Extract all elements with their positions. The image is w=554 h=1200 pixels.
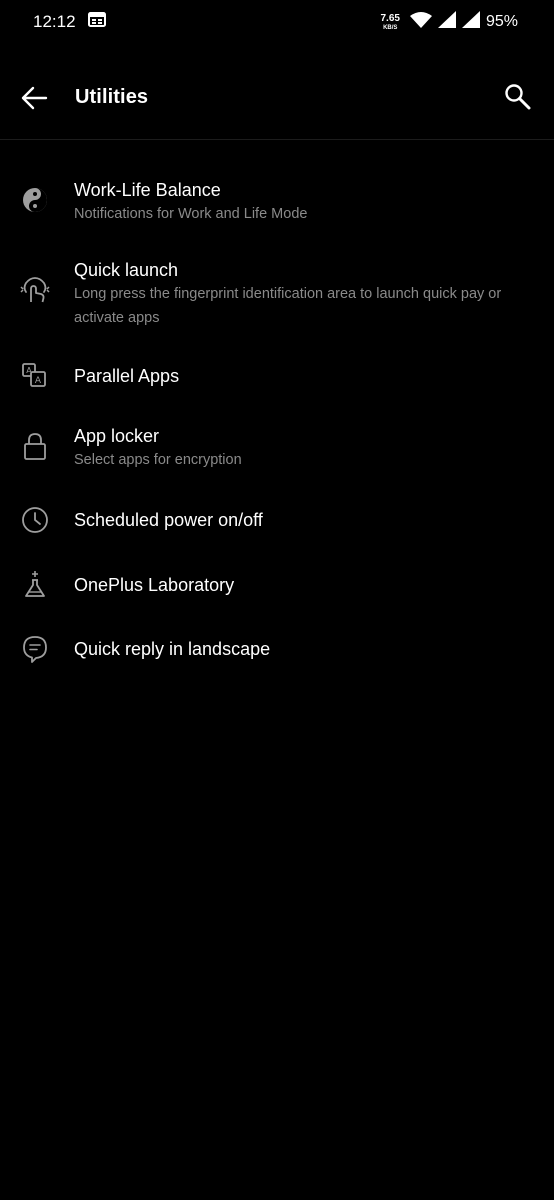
item-title: Quick launch	[74, 260, 179, 280]
item-text: OnePlus Laboratory	[74, 573, 534, 597]
app-bar: Utilities	[0, 58, 554, 138]
list-item-app-locker[interactable]: App locker Select apps for encryption	[0, 416, 554, 476]
list-item-oneplus-laboratory[interactable]: OnePlus Laboratory	[0, 563, 554, 607]
signal-icon-secondary	[461, 11, 480, 33]
page-title: Utilities	[75, 86, 149, 108]
item-title: Parallel Apps	[74, 366, 180, 386]
status-left: 12:12	[33, 12, 106, 32]
wifi-icon	[409, 11, 432, 33]
item-text: Scheduled power on/off	[74, 508, 534, 532]
list-item-scheduled-power[interactable]: Scheduled power on/off	[0, 498, 554, 542]
network-speed-value: 7.65	[380, 12, 400, 24]
search-icon[interactable]	[503, 82, 533, 112]
item-title: OnePlus Laboratory	[74, 575, 235, 595]
app-bar-divider	[0, 139, 554, 140]
parallel-apps-icon: A A	[20, 361, 50, 391]
item-subtitle: Select apps for encryption	[74, 452, 242, 468]
network-speed: 7.65 KB/S	[380, 12, 400, 31]
svg-text:A: A	[35, 376, 42, 386]
list-item-quick-launch[interactable]: Quick launch Long press the fingerprint …	[0, 250, 554, 334]
item-text: Quick reply in landscape	[74, 637, 534, 661]
item-title: Quick reply in landscape	[74, 639, 271, 659]
yin-yang-icon	[20, 185, 50, 215]
battery-level: 95%	[485, 13, 518, 30]
item-subtitle: Notifications for Work and Life Mode	[74, 206, 308, 222]
status-right: 7.65 KB/S 95%	[380, 11, 518, 33]
item-text: Quick launch Long press the fingerprint …	[74, 258, 534, 330]
item-text: App locker Select apps for encryption	[74, 424, 534, 472]
flask-icon	[20, 570, 50, 600]
chat-bubble-icon	[20, 634, 50, 664]
svg-text:A: A	[26, 366, 32, 375]
clock-icon	[20, 505, 50, 535]
fingerprint-touch-icon	[20, 275, 50, 305]
signal-icon	[437, 11, 456, 33]
item-title: App locker	[74, 426, 160, 446]
item-subtitle: Long press the fingerprint identificatio…	[74, 286, 502, 326]
back-arrow-icon[interactable]	[20, 84, 50, 112]
list-item-work-life-balance[interactable]: Work-Life Balance Notifications for Work…	[0, 170, 554, 230]
notification-icon	[87, 12, 106, 32]
item-title: Scheduled power on/off	[74, 510, 263, 530]
list-item-quick-reply[interactable]: Quick reply in landscape	[0, 627, 554, 671]
status-bar: 12:12 7.65 KB/S 95%	[0, 0, 554, 44]
item-text: Parallel Apps	[74, 364, 534, 388]
item-title: Work-Life Balance	[74, 180, 221, 200]
lock-icon	[20, 431, 50, 461]
status-time: 12:12	[33, 12, 76, 31]
network-speed-unit: KB/S	[383, 24, 398, 31]
list-item-parallel-apps[interactable]: A A Parallel Apps	[0, 354, 554, 398]
item-text: Work-Life Balance Notifications for Work…	[74, 178, 534, 226]
